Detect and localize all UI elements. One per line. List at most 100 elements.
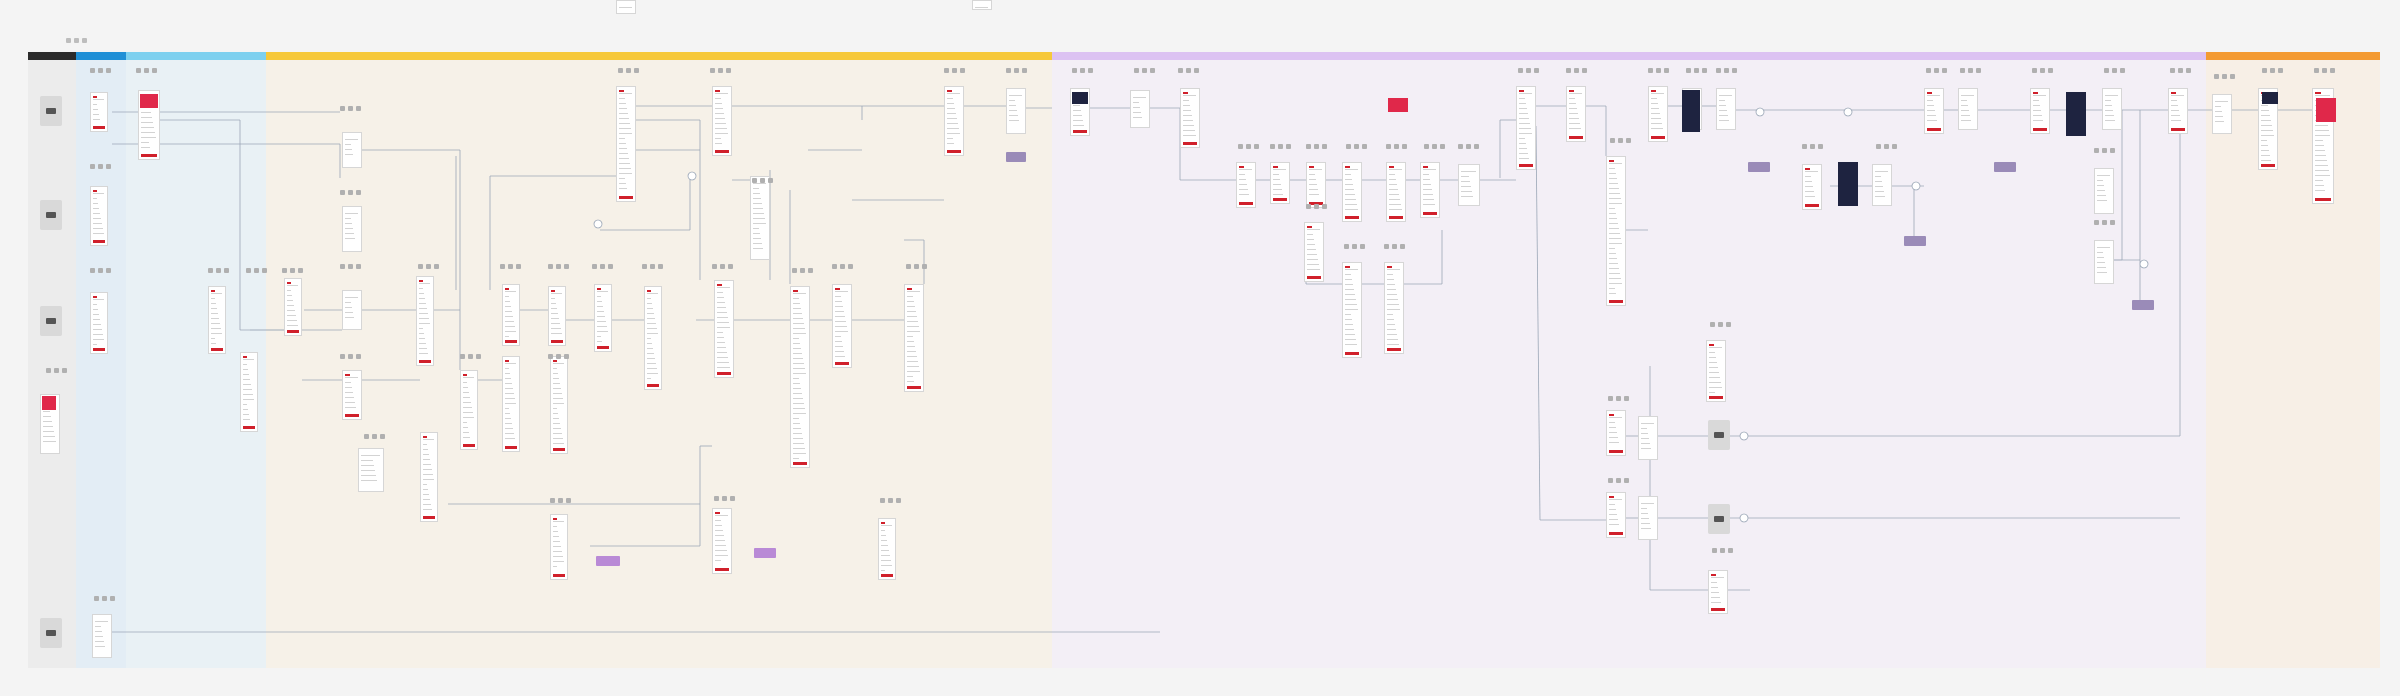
cta-button[interactable] <box>505 340 517 343</box>
frame-label-dots[interactable] <box>792 268 813 273</box>
sticky-note[interactable] <box>1904 236 1926 246</box>
screen-thumbnail[interactable] <box>548 286 566 346</box>
screen-thumbnail[interactable] <box>550 514 568 580</box>
frame-label-dots[interactable] <box>880 498 901 503</box>
frame-label-dots[interactable] <box>1566 68 1587 73</box>
cta-button[interactable] <box>141 154 157 157</box>
decision-node[interactable] <box>687 171 697 181</box>
cta-button[interactable] <box>1389 216 1403 219</box>
cta-button[interactable] <box>647 384 659 387</box>
cta-button[interactable] <box>715 568 729 571</box>
frame-label-dots[interactable] <box>90 164 111 169</box>
sticky-note[interactable] <box>1006 152 1026 162</box>
cta-button[interactable] <box>1239 202 1253 205</box>
screen-thumbnail[interactable] <box>904 284 924 392</box>
cta-button[interactable] <box>287 330 299 333</box>
screen-thumbnail[interactable] <box>1708 570 1728 614</box>
frame-label-dots[interactable] <box>340 190 361 195</box>
cta-button[interactable] <box>1609 532 1623 535</box>
frame-label-dots[interactable] <box>1424 144 1445 149</box>
frame-label-dots[interactable] <box>1686 68 1707 73</box>
screen-thumbnail[interactable] <box>616 86 636 202</box>
frame-label-dots[interactable] <box>1960 68 1981 73</box>
decision-node[interactable] <box>1739 431 1749 441</box>
frame-label-dots[interactable] <box>832 264 853 269</box>
frame-label-dots[interactable] <box>710 68 731 73</box>
frame-label-dots[interactable] <box>1608 478 1629 483</box>
cta-button[interactable] <box>93 240 105 243</box>
screen-thumbnail[interactable] <box>2030 88 2050 134</box>
frame-label-dots[interactable] <box>1710 322 1731 327</box>
frame-label-dots[interactable] <box>500 264 521 269</box>
frame-label-dots[interactable] <box>2314 68 2335 73</box>
frame-label-dots[interactable] <box>1458 144 1479 149</box>
screen-thumbnail[interactable] <box>1458 164 1480 206</box>
cta-button[interactable] <box>1651 136 1665 139</box>
frame-label-dots[interactable] <box>944 68 965 73</box>
dark-screen-thumbnail[interactable] <box>1682 90 1700 132</box>
frame-label-dots[interactable] <box>1238 144 1259 149</box>
screen-thumbnail[interactable] <box>208 286 226 354</box>
frame-label-dots[interactable] <box>548 354 569 359</box>
frame-label-dots[interactable] <box>1802 144 1823 149</box>
screen-thumbnail[interactable] <box>502 284 520 346</box>
frame-label-dots[interactable] <box>1006 68 1027 73</box>
screen-thumbnail[interactable] <box>1706 340 1726 402</box>
screen-thumbnail[interactable] <box>1606 410 1626 456</box>
frame-label-dots[interactable] <box>90 68 111 73</box>
decision-node[interactable] <box>593 219 603 229</box>
screen-thumbnail[interactable] <box>284 278 302 336</box>
decision-node[interactable] <box>1911 181 1921 191</box>
cta-button[interactable] <box>553 574 565 577</box>
cta-button[interactable] <box>881 574 893 577</box>
frame-label-dots[interactable] <box>90 268 111 273</box>
screen-thumbnail[interactable] <box>1180 88 1200 148</box>
frame-label-dots[interactable] <box>1926 68 1947 73</box>
screen-thumbnail[interactable] <box>1270 162 1290 204</box>
frame-label-dots[interactable] <box>1712 548 1733 553</box>
cta-button[interactable] <box>553 448 565 451</box>
screen-thumbnail[interactable] <box>1420 162 1440 218</box>
cta-button[interactable] <box>1709 396 1723 399</box>
frame-label-dots[interactable] <box>1518 68 1539 73</box>
cta-button[interactable] <box>1519 164 1533 167</box>
screen-thumbnail[interactable] <box>1304 222 1324 282</box>
screen-thumbnail[interactable] <box>90 292 108 354</box>
decision-node[interactable] <box>1843 107 1853 117</box>
screen-thumbnail[interactable] <box>1566 86 1586 142</box>
frame-label-dots[interactable] <box>1072 68 1093 73</box>
cta-button[interactable] <box>551 340 563 343</box>
cta-button[interactable] <box>715 150 729 153</box>
frame-label-dots[interactable] <box>752 178 773 183</box>
screen-thumbnail[interactable] <box>420 432 438 522</box>
cta-button[interactable] <box>1927 128 1941 131</box>
screen-thumbnail[interactable] <box>1384 262 1404 354</box>
screen-thumbnail[interactable] <box>2094 168 2114 214</box>
cta-button[interactable] <box>1423 212 1437 215</box>
frame-label-dots[interactable] <box>1306 204 1327 209</box>
screen-thumbnail[interactable] <box>2212 94 2232 134</box>
frame-label-dots[interactable] <box>906 264 927 269</box>
cta-button[interactable] <box>1345 216 1359 219</box>
cta-button[interactable] <box>243 426 255 429</box>
frame-label-dots[interactable] <box>2094 148 2115 153</box>
cta-button[interactable] <box>1569 136 1583 139</box>
screen-thumbnail[interactable] <box>944 86 964 156</box>
screen-thumbnail[interactable] <box>1638 496 1658 540</box>
sticky-note[interactable] <box>1748 162 1770 172</box>
screen-thumbnail[interactable] <box>1924 88 1944 134</box>
screen-thumbnail[interactable] <box>460 370 478 450</box>
cta-button[interactable] <box>211 348 223 351</box>
frame-label-dots[interactable] <box>136 68 157 73</box>
cta-button[interactable] <box>1307 276 1321 279</box>
screen-thumbnail[interactable] <box>712 86 732 156</box>
screen-thumbnail[interactable] <box>342 206 362 252</box>
screen-thumbnail[interactable] <box>240 352 258 432</box>
frame-label-dots[interactable] <box>1306 144 1327 149</box>
frame-label-dots[interactable] <box>1178 68 1199 73</box>
frame-label-dots[interactable] <box>340 264 361 269</box>
frame-label-dots[interactable] <box>2170 68 2191 73</box>
dark-screen-thumbnail[interactable] <box>2262 92 2278 104</box>
dark-screen-thumbnail[interactable] <box>1838 162 1858 206</box>
frame-label-dots[interactable] <box>1270 144 1291 149</box>
